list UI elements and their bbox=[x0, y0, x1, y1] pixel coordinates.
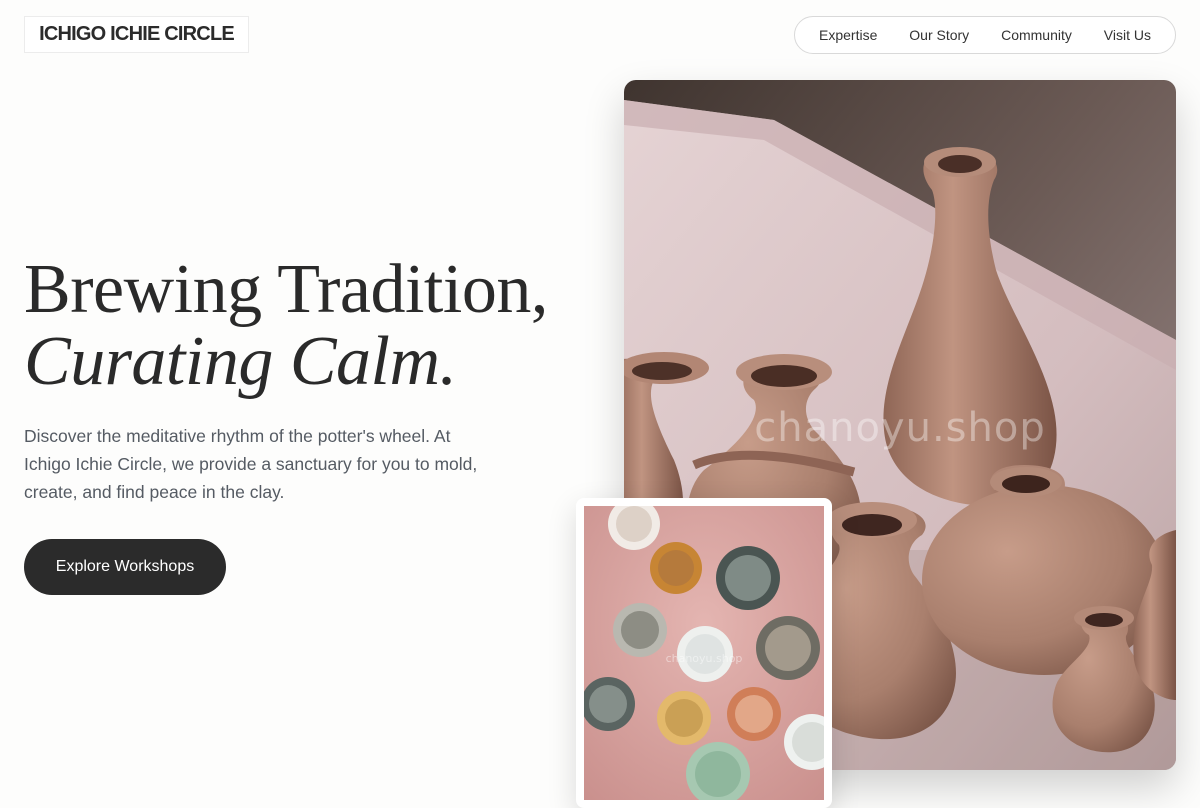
hero-title-line-1: Brewing Tradition, bbox=[24, 251, 548, 328]
hero-description: Discover the meditative rhythm of the po… bbox=[24, 426, 478, 502]
nav-item-expertise[interactable]: Expertise bbox=[819, 27, 877, 43]
nav-item-visit-us[interactable]: Visit Us bbox=[1104, 27, 1151, 43]
main-nav: Expertise Our Story Community Visit Us bbox=[794, 16, 1176, 54]
brand-logo[interactable]: ICHIGO ICHIE CIRCLE bbox=[24, 16, 249, 53]
nav-item-community[interactable]: Community bbox=[1001, 27, 1072, 43]
hero-title-line-2: Curating Calm. bbox=[24, 323, 457, 400]
nav-item-our-story[interactable]: Our Story bbox=[909, 27, 969, 43]
explore-workshops-button[interactable]: Explore Workshops bbox=[24, 539, 226, 595]
ceramic-bowls-image: chanoyu.shop bbox=[584, 506, 824, 800]
bowls-image-card: chanoyu.shop bbox=[576, 498, 832, 808]
hero-title: Brewing Tradition, Curating Calm. bbox=[24, 254, 548, 398]
